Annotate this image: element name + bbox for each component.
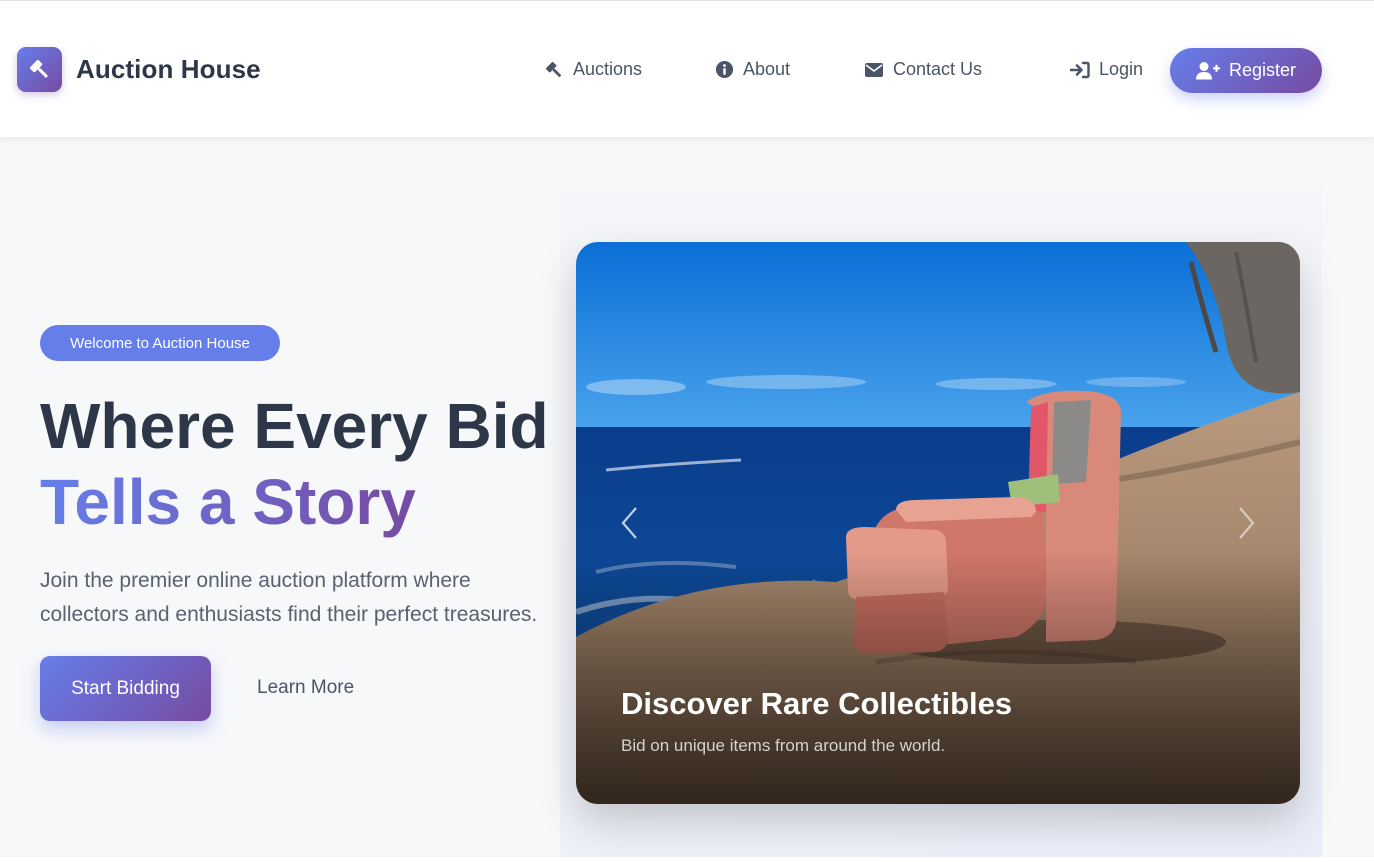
hero-carousel[interactable]: Discover Rare Collectibles Bid on unique… — [576, 242, 1300, 804]
chevron-left-icon[interactable] — [620, 506, 640, 540]
slide-subtitle: Bid on unique items from around the worl… — [621, 736, 946, 755]
welcome-badge: Welcome to Auction House — [40, 325, 280, 361]
envelope-icon — [865, 62, 883, 77]
user-plus-icon — [1195, 62, 1220, 80]
learn-more-link[interactable]: Learn More — [257, 677, 354, 699]
sign-in-icon — [1070, 61, 1090, 78]
chevron-right-icon[interactable] — [1236, 506, 1256, 540]
hero-headline-line1: Where Every Bid — [40, 390, 549, 462]
nav-about[interactable]: About — [715, 59, 790, 80]
site-header: Auction House Auctions About Contact Us — [0, 1, 1374, 138]
nav-login[interactable]: Login — [1070, 59, 1143, 80]
start-bidding-button[interactable]: Start Bidding — [40, 656, 211, 721]
register-button[interactable]: Register — [1170, 48, 1322, 93]
nav-auctions[interactable]: Auctions — [544, 59, 642, 80]
gavel-icon — [545, 61, 561, 77]
slide-title: Discover Rare Collectibles — [621, 686, 1013, 721]
gavel-icon — [17, 47, 62, 92]
info-icon — [715, 60, 734, 79]
section-divider — [0, 857, 1374, 862]
hero-headline-line2: Tells a Story — [40, 466, 416, 538]
brand-name: Auction House — [76, 54, 261, 84]
nav-contact-label: Contact Us — [893, 59, 983, 79]
nav-auctions-label: Auctions — [573, 59, 643, 79]
hero-lead: Join the premier online auction platform… — [40, 569, 538, 626]
nav-login-label: Login — [1099, 59, 1144, 79]
register-label: Register — [1228, 60, 1297, 80]
brand[interactable]: Auction House — [17, 47, 261, 92]
nav-about-label: About — [743, 59, 791, 79]
nav-contact[interactable]: Contact Us — [864, 59, 982, 80]
